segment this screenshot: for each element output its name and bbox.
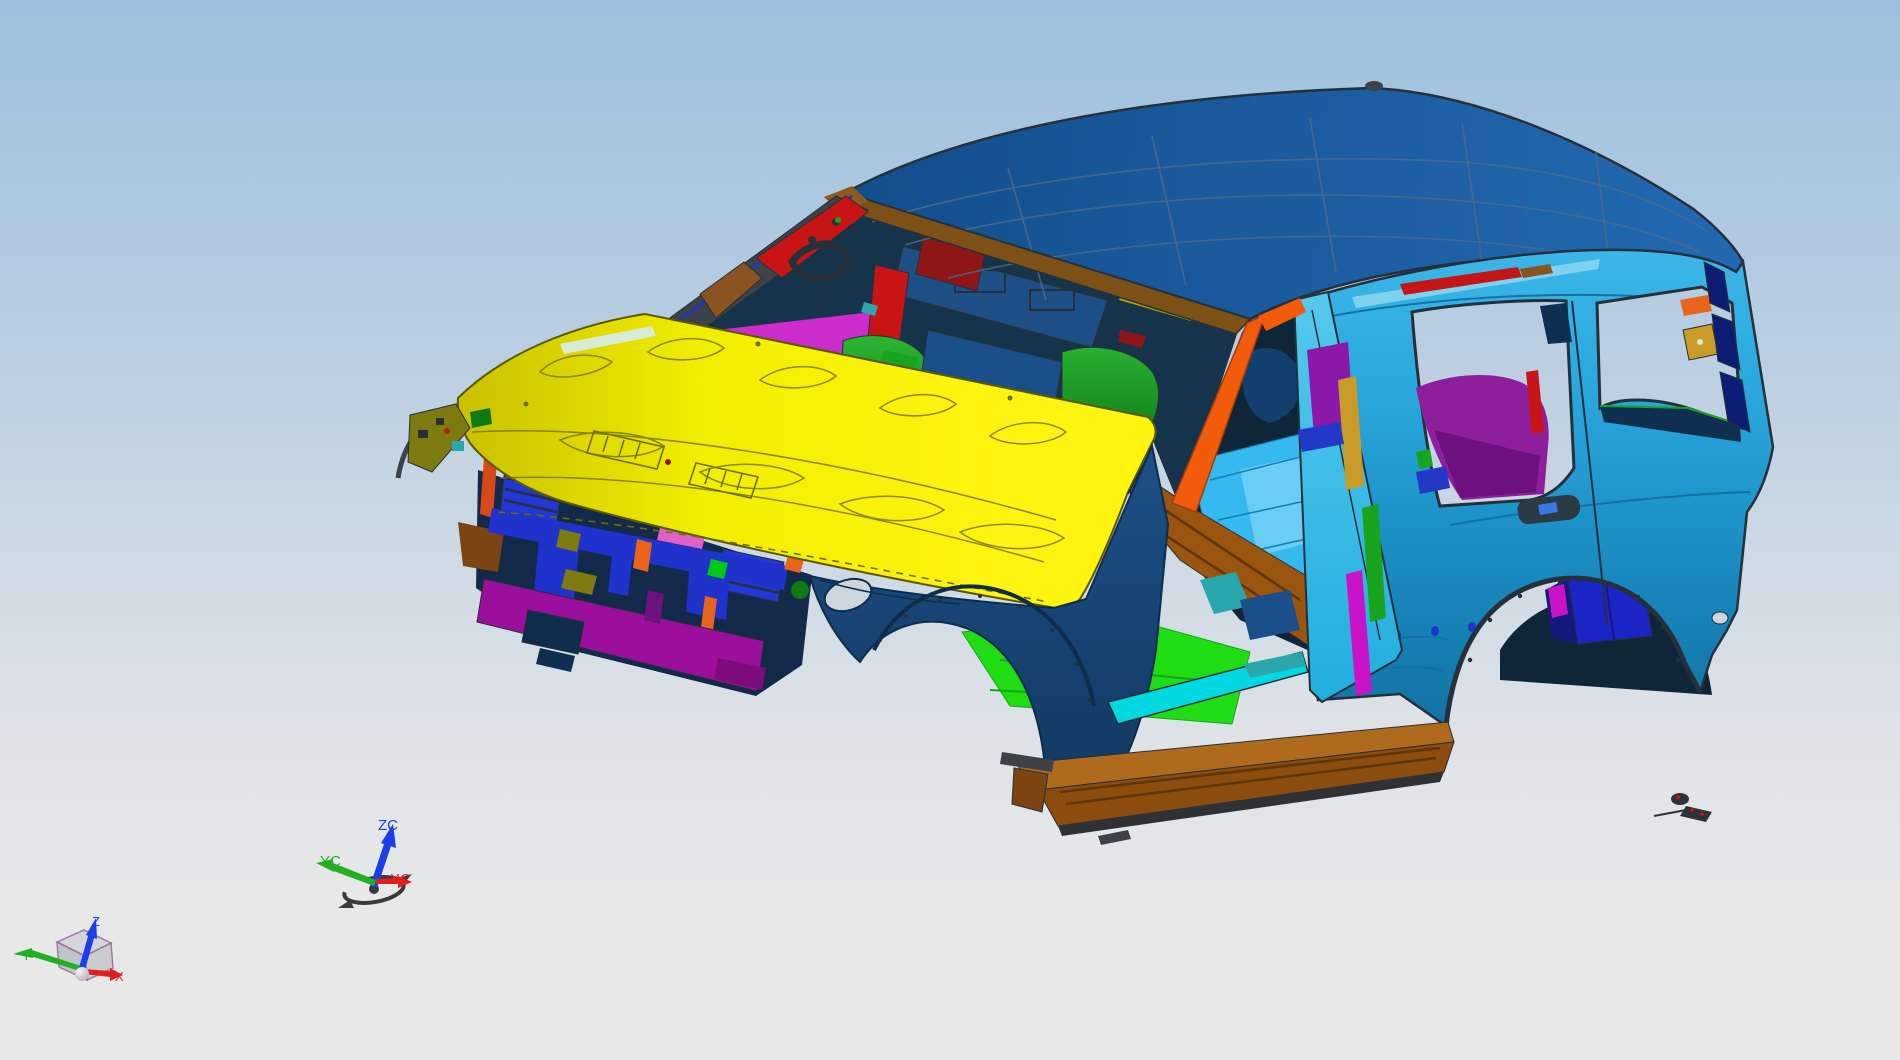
hood-red-dot <box>665 459 671 465</box>
hood-bolt <box>523 401 529 407</box>
small-bracket[interactable] <box>1671 793 1689 805</box>
rear-corner-hole <box>1711 611 1729 625</box>
xc-axis-label: XC <box>390 871 411 888</box>
bracket-dot <box>1690 808 1694 812</box>
viewport-canvas[interactable]: ZC YC XC Z Y X <box>0 0 1900 1060</box>
cad-viewport[interactable]: ZC YC XC Z Y X <box>0 0 1900 1060</box>
hood-bolt <box>755 341 761 347</box>
z-axis-label: Z <box>92 914 100 929</box>
origin-sphere[interactable] <box>75 967 89 981</box>
hood-bolt <box>1007 395 1013 401</box>
bracket-dot <box>1676 795 1680 799</box>
apron-hole <box>436 418 444 425</box>
antenna-nub <box>1365 81 1383 91</box>
teal-square <box>452 441 464 451</box>
zc-axis-label: ZC <box>378 817 398 834</box>
apron-hole <box>418 430 428 438</box>
blue-strut <box>608 556 632 596</box>
green-grommet <box>791 581 809 599</box>
quarter-window[interactable] <box>1595 285 1744 442</box>
y-axis-label: Y <box>22 948 31 963</box>
green-bit <box>1416 449 1433 469</box>
bracket-dot <box>1700 812 1704 816</box>
green-dot <box>835 217 841 223</box>
bracket-hole <box>1697 339 1703 345</box>
red-dot <box>444 428 450 434</box>
x-axis-label: X <box>115 969 124 984</box>
rear-door-window[interactable] <box>1410 298 1576 508</box>
yc-axis-label: YC <box>320 853 341 870</box>
board-end-wedge <box>1011 767 1049 813</box>
